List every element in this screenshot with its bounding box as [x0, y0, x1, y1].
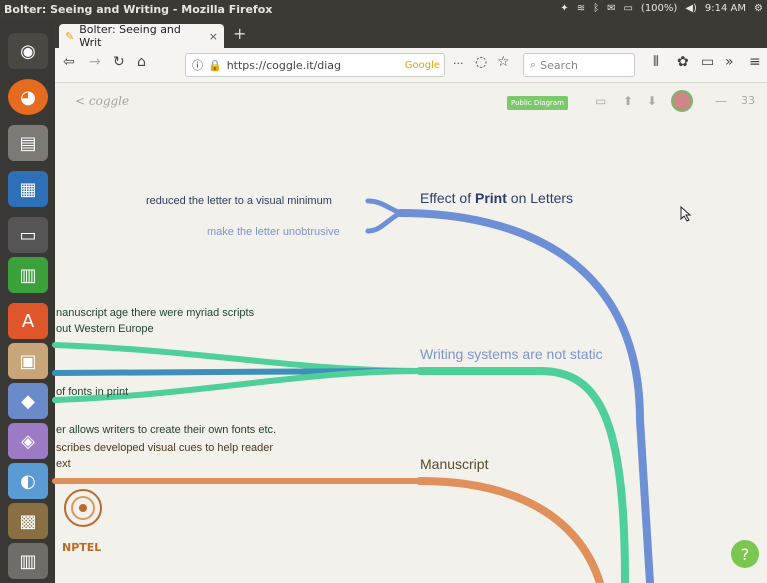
branch-unobtrusive [365, 210, 403, 234]
leaf-unobtrusive[interactable]: make the letter unobtrusive [207, 226, 340, 238]
leaf-manuscript-age-1[interactable]: nanuscript age there were myriad scripts [56, 307, 254, 319]
mouse-cursor-icon [680, 206, 692, 222]
branch-myriad [52, 342, 423, 374]
nptel-logo-icon [64, 489, 102, 527]
node-manuscript[interactable]: Manuscript [420, 456, 488, 472]
leaf-cues[interactable]: scribes developed visual cues to help re… [56, 442, 273, 454]
branch-writing-main [416, 367, 629, 583]
branch-print-main [396, 209, 654, 583]
leaf-manuscript-age-2[interactable]: out Western Europe [56, 323, 154, 335]
node-effect-of-print[interactable]: Effect of Print on Letters [420, 190, 573, 206]
branch-reduced [365, 198, 403, 216]
node-writing-systems[interactable]: Writing systems are not static [420, 346, 603, 362]
help-button[interactable]: ? [731, 540, 759, 568]
branch-manuscript-main [416, 477, 604, 583]
leaf-reduced[interactable]: reduced the letter to a visual minimum [146, 195, 332, 207]
leaf-fonts[interactable]: of fonts in print [56, 386, 128, 398]
leaf-create-fonts[interactable]: er allows writers to create their own fo… [56, 424, 276, 436]
leaf-next[interactable]: ext [56, 458, 71, 470]
nptel-watermark: NPTEL [62, 541, 102, 554]
mindmap-branches [52, 198, 654, 583]
